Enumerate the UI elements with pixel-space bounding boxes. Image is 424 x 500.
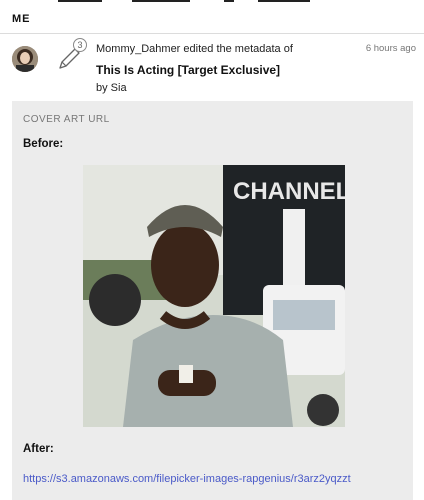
song-title-link[interactable]: This Is Acting [Target Exclusive] [96,63,416,77]
cover-art-image: CHANNEL [83,165,345,427]
after-url-link[interactable]: https://s3.amazonaws.com/filepicker-imag… [23,473,351,485]
artist-line: by Sia [96,82,127,94]
edit-count-badge: 3 [73,38,87,52]
activity-timestamp: 6 hours ago [365,43,416,54]
field-label: COVER ART URL [23,114,110,125]
section-header: ME [0,4,424,34]
avatar-photo [12,46,38,72]
edit-indicator: 3 [56,38,87,72]
before-label: Before: [23,138,64,150]
activity-item: Mommy_Dahmer edited the metadata of 6 ho… [96,43,416,94]
metadata-change-panel: COVER ART URL Before: CHANNEL After: htt… [12,101,413,500]
username-link[interactable]: Mommy_Dahmer [96,43,180,55]
cover-sign-text: CHANNEL [233,178,345,205]
section-title: ME [12,13,31,25]
user-avatar[interactable] [12,46,38,72]
action-text: edited the metadata of [183,43,293,55]
cover-art-photo: CHANNEL [83,165,345,427]
after-label: After: [23,443,54,455]
